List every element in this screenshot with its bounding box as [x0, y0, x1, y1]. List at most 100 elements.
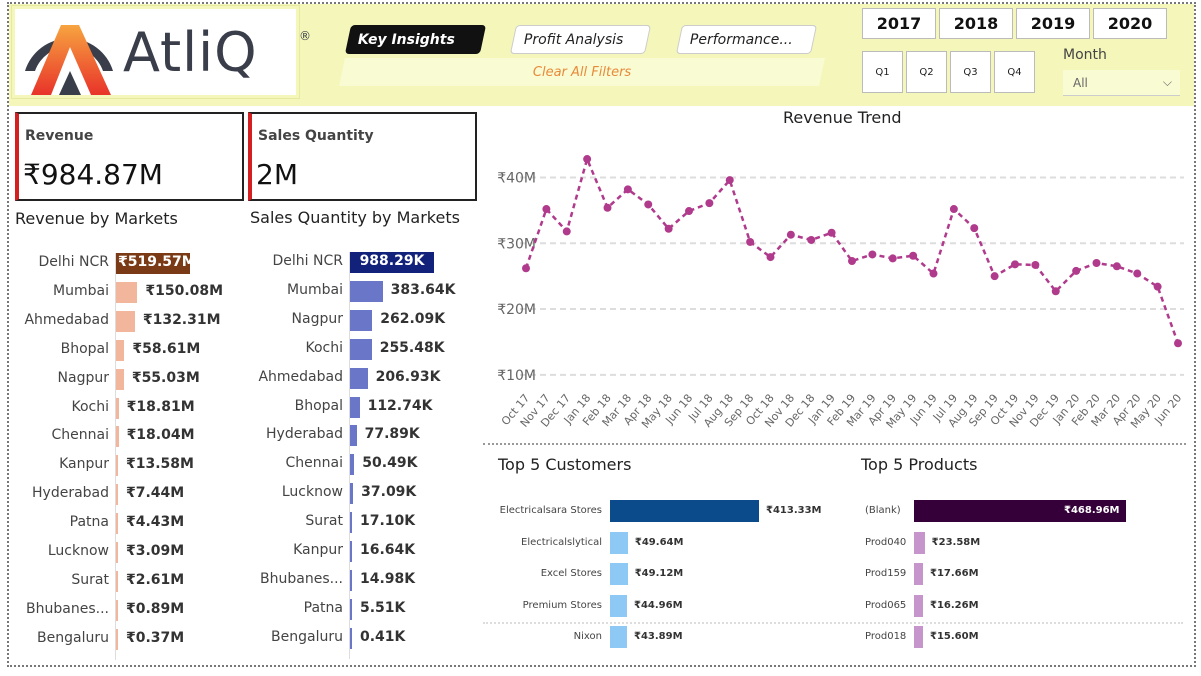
- atliq-logo-icon: [25, 25, 113, 95]
- product-category-label: (Blank): [865, 505, 901, 516]
- year-2020-button[interactable]: 2020: [1093, 8, 1167, 39]
- revenue-value-label: ₹55.03M: [131, 369, 200, 386]
- revenue-point: [807, 235, 816, 244]
- qty-value-label: 262.09K: [380, 310, 446, 327]
- revenue-market-label: Bhopal: [60, 340, 109, 357]
- revenue-market-label: Lucknow: [47, 543, 109, 559]
- qty-value-label: 77.89K: [364, 426, 420, 443]
- revenue-bar: [116, 455, 118, 477]
- product-category-label: Prod040: [865, 536, 907, 548]
- revenue-point: [949, 205, 958, 214]
- clear-filters-button[interactable]: Clear All Filters: [339, 58, 825, 86]
- qty-bar: [350, 541, 352, 562]
- qty-bar: [350, 569, 352, 591]
- customer-value-label: ₹49.12M: [634, 568, 684, 579]
- revenue-point: [888, 254, 897, 263]
- product-value-label: ₹468.96M: [1064, 505, 1120, 516]
- qty-bar: [350, 598, 352, 620]
- customer-category-label: Electricalslytical: [521, 536, 602, 548]
- quarter-q3-button[interactable]: Q3: [950, 51, 991, 93]
- revenue-by-markets-title: Revenue by Markets: [15, 209, 178, 228]
- customer-category-label: Nixon: [573, 631, 602, 642]
- revenue-point: [664, 224, 673, 233]
- customer-category-label: Premium Stores: [522, 599, 602, 611]
- customer-bar: [610, 563, 628, 585]
- revenue-value-label: ₹0.37M: [126, 629, 185, 646]
- sales-qty-kpi-value: 2M: [256, 158, 298, 191]
- sales-qty-kpi-label: Sales Quantity: [258, 128, 374, 144]
- revenue-market-label: Kanpur: [59, 456, 109, 473]
- revenue-point: [1011, 260, 1019, 269]
- customer-value-label: ₹413.33M: [766, 505, 822, 516]
- tab-profit-analysis[interactable]: Profit Analysis: [509, 25, 652, 54]
- revenue-point: [848, 257, 856, 266]
- qty-value-label: 5.51K: [360, 599, 406, 616]
- revenue-point: [909, 251, 918, 260]
- qty-market-label: Hyderabad: [266, 426, 343, 443]
- year-2018-button[interactable]: 2018: [939, 8, 1013, 39]
- revenue-point: [583, 155, 592, 164]
- customer-category-label: Excel Stores: [540, 568, 602, 579]
- revenue-market-label: Bhubanes...: [26, 600, 109, 617]
- product-value-label: ₹16.26M: [930, 599, 979, 611]
- revenue-bar: [116, 484, 118, 506]
- qty-market-label: Lucknow: [281, 484, 343, 501]
- qty-bar: [350, 280, 383, 302]
- qty-by-markets-title: Sales Quantity by Markets: [250, 208, 460, 227]
- qty-market-label: Nagpur: [291, 310, 343, 327]
- tab-key-insights[interactable]: Key Insights: [344, 25, 487, 54]
- month-dropdown[interactable]: All ⌵: [1063, 70, 1180, 96]
- qty-value-label: 255.48K: [379, 339, 445, 356]
- qty-value-label: 37.09K: [361, 484, 417, 501]
- revenue-value-label: ₹132.31M: [142, 311, 221, 328]
- revenue-point: [1112, 262, 1121, 271]
- qty-value-label: 383.64K: [390, 281, 456, 298]
- revenue-value-label: ₹2.61M: [126, 571, 185, 588]
- revenue-point: [603, 203, 612, 212]
- revenue-bar: [116, 281, 138, 303]
- quarter-q2-button[interactable]: Q2: [906, 51, 947, 93]
- revenue-bar: [116, 368, 124, 390]
- month-value: All: [1073, 75, 1088, 90]
- revenue-point: [786, 230, 795, 239]
- qty-market-label: Bhubanes...: [260, 570, 343, 587]
- revenue-bar: [116, 628, 118, 650]
- qty-market-label: Bengaluru: [271, 628, 343, 645]
- product-value-label: ₹23.58M: [931, 536, 981, 548]
- revenue-bar: [116, 339, 125, 361]
- customer-value-label: ₹43.89M: [634, 631, 683, 642]
- revenue-kpi-value: ₹984.87M: [23, 158, 163, 191]
- revenue-market-label: Ahmedabad: [24, 311, 109, 328]
- qty-bar: [350, 483, 354, 505]
- qty-market-label: Kochi: [305, 339, 343, 356]
- qty-value-label: 17.10K: [360, 513, 416, 530]
- revenue-point: [685, 207, 693, 216]
- tab-performance[interactable]: Performance...: [675, 25, 818, 54]
- revenue-bar: [116, 310, 135, 332]
- year-2019-button[interactable]: 2019: [1016, 8, 1090, 39]
- quarter-q4-button[interactable]: Q4: [994, 51, 1035, 93]
- qty-bar: [350, 512, 352, 534]
- sales-qty-kpi-card: Sales Quantity 2M: [248, 112, 477, 201]
- top-products-title: Top 5 Products: [861, 455, 978, 474]
- product-bar: [914, 531, 925, 554]
- qty-market-label: Chennai: [285, 455, 343, 472]
- revenue-point: [1153, 282, 1162, 291]
- revenue-value-label: ₹7.44M: [126, 485, 185, 502]
- qty-market-label: Mumbai: [287, 281, 343, 298]
- revenue-point: [522, 264, 530, 273]
- qty-market-label: Kanpur: [293, 542, 343, 558]
- revenue-point: [827, 228, 836, 237]
- y-tick-label: ₹30M: [497, 236, 536, 252]
- qty-market-label: Ahmedabad: [258, 368, 343, 385]
- revenue-kpi-label: Revenue: [25, 128, 94, 144]
- revenue-series-line: [524, 155, 1180, 344]
- year-2017-button[interactable]: 2017: [862, 8, 936, 39]
- product-bar: [914, 594, 923, 617]
- qty-bar: [350, 338, 372, 360]
- customer-bar: [610, 500, 759, 522]
- revenue-value-label: ₹150.08M: [145, 282, 224, 299]
- product-category-label: Prod018: [865, 631, 907, 642]
- chevron-down-icon: ⌵: [1162, 75, 1172, 89]
- quarter-q1-button[interactable]: Q1: [862, 51, 903, 93]
